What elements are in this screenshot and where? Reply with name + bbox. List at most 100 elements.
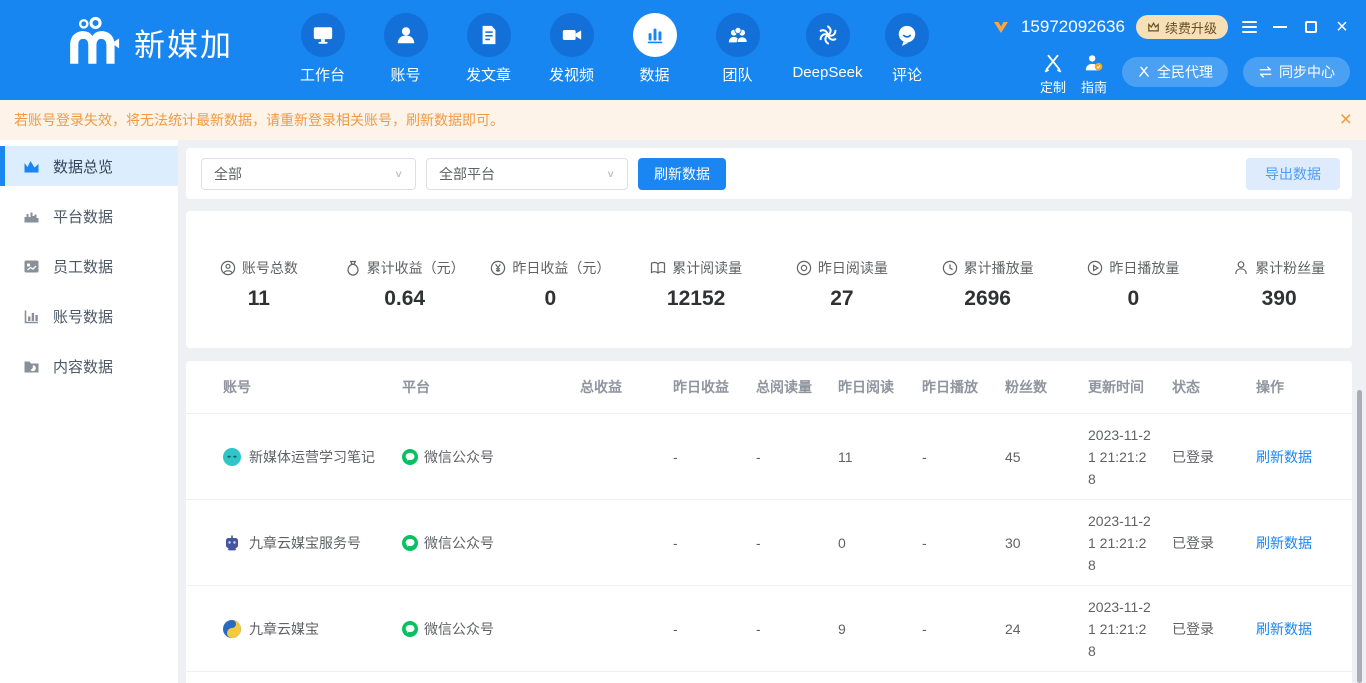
nav-label: 发文章: [466, 64, 511, 85]
customize-tool[interactable]: 定制: [1040, 52, 1066, 96]
refresh-row-link[interactable]: 刷新数据: [1256, 533, 1328, 553]
col-header-fans: 粉丝数: [1005, 377, 1088, 397]
nav-item-accounts[interactable]: 账号: [364, 13, 447, 85]
account-avatar: [223, 534, 241, 552]
refresh-row-link[interactable]: 刷新数据: [1256, 447, 1328, 467]
stat-label: 累计播放量: [964, 258, 1034, 278]
stat-value: 11: [186, 287, 332, 311]
sidebar-item-label: 数据总览: [53, 156, 113, 177]
wechat-icon: [402, 621, 418, 637]
clock-icon: [942, 260, 958, 276]
minimize-icon[interactable]: [1270, 17, 1290, 37]
national-agent-button[interactable]: 全民代理: [1122, 57, 1228, 87]
fans-person-icon: [1233, 260, 1249, 276]
stat-value: 0: [1061, 287, 1207, 311]
app-logo-icon: [62, 16, 120, 68]
content-folder-icon: [23, 359, 40, 374]
nav-label: 账号: [390, 64, 420, 85]
close-window-icon[interactable]: ×: [1332, 17, 1352, 37]
banner-close-icon[interactable]: ×: [1340, 109, 1352, 130]
deepseek-icon: [816, 23, 840, 47]
nav-item-team[interactable]: 团队: [696, 13, 779, 85]
cell-total-reads: -: [756, 449, 838, 465]
nav-item-publish-article[interactable]: 发文章: [447, 13, 530, 85]
refresh-data-button[interactable]: 刷新数据: [638, 158, 726, 190]
cell-fans: 45: [1005, 449, 1088, 465]
nav-item-data[interactable]: 数据: [613, 13, 696, 85]
cell-yesterday-plays: -: [922, 621, 1005, 637]
sidebar-item-label: 内容数据: [53, 356, 113, 377]
export-data-button[interactable]: 导出数据: [1246, 158, 1340, 190]
comment-icon: [896, 24, 918, 46]
nav-label: 评论: [892, 64, 922, 85]
account-filter-dropdown[interactable]: 全部 ∨: [201, 158, 416, 190]
sync-center-button[interactable]: 同步中心: [1243, 57, 1350, 87]
nav-item-publish-video[interactable]: 发视频: [530, 13, 613, 85]
cell-total-reads: -: [756, 535, 838, 551]
nav-item-workbench[interactable]: 工作台: [281, 13, 364, 85]
stat-total-accounts: 账号总数 11: [186, 258, 332, 348]
account-filter-value: 全部: [214, 164, 242, 184]
cell-yesterday-plays: -: [922, 535, 1005, 551]
video-camera-icon: [561, 24, 583, 46]
stat-yesterday-reads: 昨日阅读量 27: [769, 258, 915, 348]
stats-summary-card: 账号总数 11 累计收益（元） 0.64 昨日收益（元） 0 累计阅读量 121…: [186, 211, 1352, 348]
main-nav: 工作台 账号 发文章 发视频 数据: [281, 13, 938, 85]
stat-value: 12152: [623, 287, 769, 311]
guide-label: 指南: [1081, 77, 1107, 96]
guide-person-icon: [1083, 52, 1105, 74]
col-header-yesterday-reads: 昨日阅读: [838, 377, 922, 397]
col-header-platform: 平台: [402, 377, 580, 397]
sidebar-item-platform-data[interactable]: 平台数据: [0, 196, 178, 236]
guide-tool[interactable]: 指南: [1081, 52, 1107, 96]
crossed-pens-icon: [1042, 52, 1064, 74]
col-header-yesterday-income: 昨日收益: [673, 377, 756, 397]
vertical-scrollbar[interactable]: [1357, 390, 1362, 683]
nav-item-deepseek[interactable]: DeepSeek: [779, 13, 876, 85]
menu-icon[interactable]: [1239, 17, 1259, 37]
nav-label: 数据: [639, 64, 669, 85]
sidebar-item-label: 平台数据: [53, 206, 113, 227]
table-row: 九章云媒宝服务号 微信公众号 - - 0 - 30 2023-11-21 21:…: [186, 500, 1352, 586]
platform-chart-icon: [23, 209, 40, 224]
chevron-down-icon: ∨: [394, 168, 403, 179]
chevron-down-icon: ∨: [606, 168, 615, 179]
stat-total-income: 累计收益（元） 0.64: [332, 258, 478, 348]
cell-yesterday-reads: 9: [838, 621, 922, 637]
refresh-row-link[interactable]: 刷新数据: [1256, 619, 1328, 639]
cell-updated-time: 2023-11-21 21:21:28: [1088, 424, 1152, 490]
status-badge: 已登录: [1172, 447, 1256, 467]
platform-filter-dropdown[interactable]: 全部平台 ∨: [426, 158, 628, 190]
money-bag-icon: [345, 260, 361, 276]
stat-value: 0.64: [332, 287, 478, 311]
filter-bar: 全部 ∨ 全部平台 ∨ 刷新数据 导出数据: [186, 148, 1352, 199]
team-icon: [727, 24, 749, 46]
bar-chart-icon: [644, 24, 666, 46]
article-icon: [478, 24, 500, 46]
col-header-account: 账号: [223, 377, 402, 397]
nav-label: 团队: [722, 64, 752, 85]
renew-upgrade-label: 续费升级: [1165, 18, 1217, 37]
platform-name: 微信公众号: [424, 619, 494, 639]
stat-value: 2696: [915, 287, 1061, 311]
vip-icon: [992, 19, 1010, 35]
renew-upgrade-badge[interactable]: 续费升级: [1136, 15, 1228, 39]
crown-icon: [1147, 21, 1160, 33]
staff-chart-icon: [23, 259, 40, 274]
yuan-circle-icon: [490, 260, 506, 276]
stat-value: 27: [769, 287, 915, 311]
maximize-icon[interactable]: [1301, 17, 1321, 37]
sidebar-item-staff-data[interactable]: 员工数据: [0, 246, 178, 286]
nav-item-comments[interactable]: 评论: [876, 13, 938, 85]
sidebar-item-label: 员工数据: [53, 256, 113, 277]
col-header-total-income: 总收益: [580, 377, 673, 397]
sidebar-item-account-data[interactable]: 账号数据: [0, 296, 178, 336]
sidebar: 数据总览 平台数据 员工数据 账号数据 内容数据: [0, 140, 178, 683]
sidebar-item-data-overview[interactable]: 数据总览: [0, 146, 178, 186]
cell-yesterday-reads: 11: [838, 449, 922, 465]
account-name: 九章云媒宝服务号: [249, 533, 361, 553]
sidebar-item-content-data[interactable]: 内容数据: [0, 346, 178, 386]
status-badge: 已登录: [1172, 533, 1256, 553]
header-tools: 定制 指南 全民代理 同步中心: [1040, 52, 1350, 96]
col-header-actions: 操作: [1256, 377, 1328, 397]
